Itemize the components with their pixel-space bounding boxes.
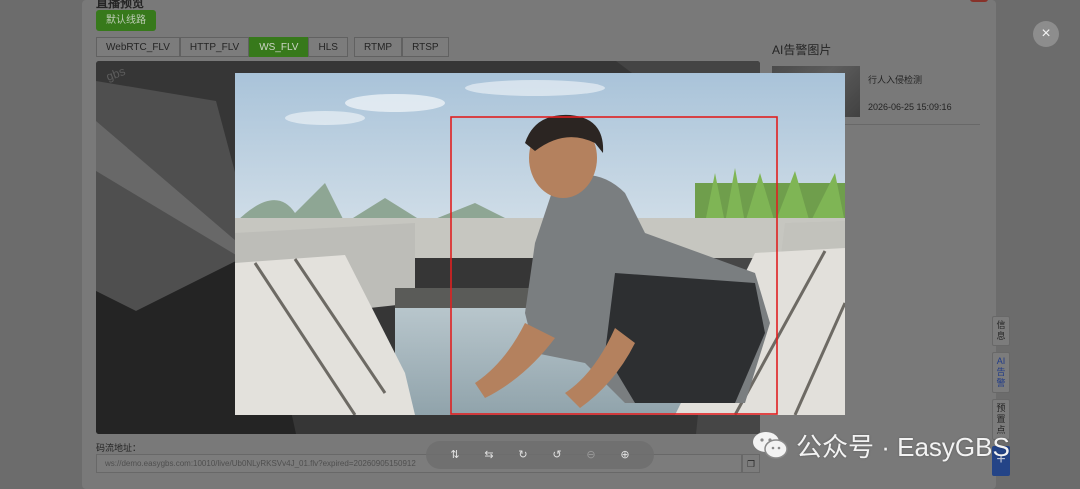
watermark-text: 公众号 · EasyGBS — [796, 431, 1010, 462]
alarm-photo — [235, 73, 845, 415]
flip-vertical-icon[interactable]: ⇅ — [446, 446, 464, 464]
wechat-watermark: 公众号 · EasyGBS — [752, 425, 1010, 465]
wechat-icon — [752, 430, 788, 460]
flip-horizontal-icon[interactable]: ⇆ — [480, 446, 498, 464]
rotate-right-icon[interactable]: ↻ — [514, 446, 532, 464]
zoom-in-icon[interactable]: ⊕ — [616, 446, 634, 464]
rotate-left-icon[interactable]: ↺ — [548, 446, 566, 464]
viewer-close-button[interactable]: × — [1033, 21, 1059, 47]
close-icon: × — [1041, 25, 1051, 42]
viewer-toolbar: ⇅ ⇆ ↻ ↺ ⊖ ⊕ — [426, 441, 654, 469]
alarm-image-preview[interactable] — [235, 73, 845, 415]
zoom-out-icon[interactable]: ⊖ — [582, 446, 600, 464]
